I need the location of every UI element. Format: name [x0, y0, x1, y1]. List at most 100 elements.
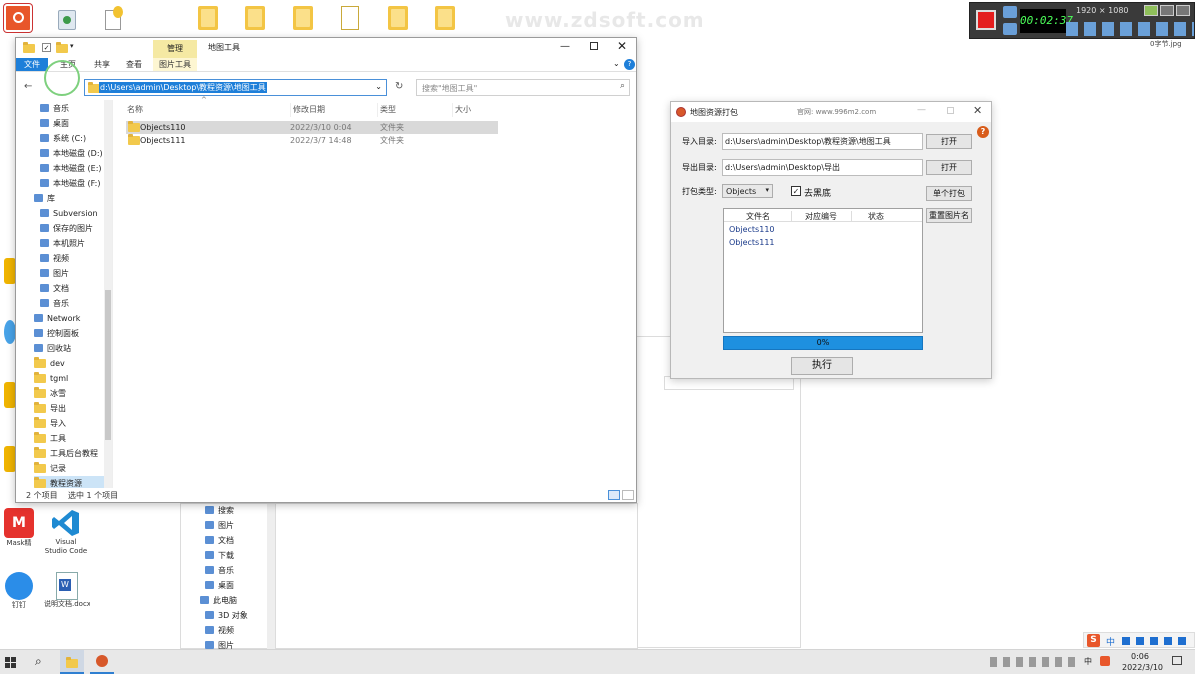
recycle-bin-icon[interactable] [55, 6, 79, 32]
help-icon[interactable]: ? [977, 126, 989, 138]
nav-item[interactable]: tgml [34, 371, 68, 386]
camera-icon[interactable] [1003, 6, 1017, 18]
background-nav-item[interactable]: 音乐 [205, 565, 234, 576]
tab-picture-tools[interactable]: 图片工具 [153, 58, 197, 71]
background-nav-item[interactable]: 图片 [205, 520, 234, 531]
nav-item[interactable]: 本地磁盘 (F:) [40, 176, 100, 191]
nav-item[interactable]: 工具后台教程 [34, 446, 98, 461]
nav-item[interactable]: 导出 [34, 401, 66, 416]
file-listview[interactable]: 文件名 对应编号 状态 Objects110 Objects111 [723, 208, 923, 333]
help-icon[interactable]: ? [624, 59, 635, 70]
nav-scrollbar[interactable] [104, 100, 112, 488]
nav-item[interactable]: 系统 (C:) [40, 131, 86, 146]
desktop-folder-icon[interactable] [293, 6, 313, 30]
export-dir-field[interactable]: d:\Users\admin\Desktop\导出 [722, 159, 923, 176]
background-nav-item[interactable]: 搜索 [205, 505, 234, 516]
nav-item[interactable]: 保存的图片 [40, 221, 93, 236]
clock-time[interactable]: 0:06 [1131, 652, 1149, 661]
address-text[interactable]: d:\Users\admin\Desktop\教程资源\地图工具 [99, 82, 267, 93]
dingtalk-shortcut[interactable]: 钉钉 [3, 572, 35, 616]
tab-view[interactable]: 查看 [120, 58, 148, 71]
tab-file[interactable]: 文件 [16, 58, 48, 71]
background-nav-item[interactable]: 桌面 [205, 580, 234, 591]
qat-dropdown-icon[interactable]: ▾ [70, 42, 74, 50]
nav-item[interactable]: 本地磁盘 (E:) [40, 161, 102, 176]
desktop-folder-icon[interactable] [388, 6, 408, 30]
desktop-folder-icon[interactable] [198, 6, 218, 30]
nav-item[interactable]: 本地磁盘 (D:) [40, 146, 103, 161]
nav-item[interactable]: 桌面 [40, 116, 69, 131]
qat-check-icon[interactable]: ✓ [42, 43, 51, 52]
list-item[interactable]: Objects110 [729, 225, 775, 234]
column-date[interactable]: 修改日期 [290, 103, 325, 117]
window-restore-icon[interactable] [1144, 5, 1158, 16]
nav-item[interactable]: 图片 [40, 266, 69, 281]
list-item[interactable]: Objects111 [729, 238, 775, 247]
col-filename[interactable]: 文件名 [746, 211, 770, 222]
desktop-folder-icon[interactable] [435, 6, 455, 30]
file-row[interactable]: Objects110 2022/3/10 0:04 文件夹 [126, 121, 498, 134]
details-view-icon[interactable] [608, 490, 620, 500]
col-number[interactable]: 对应编号 [791, 211, 851, 222]
recorder-tools[interactable] [1066, 22, 1194, 36]
desktop-document-icon[interactable] [341, 6, 359, 30]
search-field[interactable]: 搜索"地图工具" ⌕ [416, 79, 630, 96]
ime-toolbar[interactable]: S 中 [1083, 632, 1195, 648]
import-dir-field[interactable]: d:\Users\admin\Desktop\教程资源\地图工具 [722, 133, 923, 150]
ribbon-expand-icon[interactable]: ⌄ [613, 59, 620, 68]
nav-item[interactable]: dev [34, 356, 65, 371]
nav-item[interactable]: 视频 [40, 251, 69, 266]
clock-date[interactable]: 2022/3/10 [1122, 663, 1163, 672]
close-button[interactable]: ✕ [617, 39, 627, 53]
record-stop-button[interactable] [976, 10, 996, 30]
qat-folder-icon[interactable] [56, 42, 68, 53]
close-button[interactable]: ✕ [973, 104, 982, 117]
maximize-button[interactable] [590, 42, 598, 50]
nav-item[interactable]: 记录 [34, 461, 66, 476]
address-bar[interactable]: d:\Users\admin\Desktop\教程资源\地图工具 ⌄ [84, 79, 387, 96]
background-nav-item[interactable]: 文档 [205, 535, 234, 546]
manage-tab[interactable]: 管理 [153, 40, 197, 58]
nav-item[interactable]: 音乐 [40, 296, 69, 311]
nav-item[interactable]: 控制面板 [34, 326, 79, 341]
start-button[interactable] [5, 657, 16, 668]
desktop-shutdown-icon[interactable] [4, 4, 32, 32]
tab-share[interactable]: 共享 [88, 58, 116, 71]
ime-indicator[interactable]: 中 [1084, 656, 1092, 667]
remove-black-label[interactable]: 去黑底 [804, 186, 831, 199]
minimize-button[interactable]: — [560, 41, 570, 52]
maskit-shortcut[interactable]: M Mask精 [3, 508, 35, 552]
remove-black-checkbox[interactable]: ✓ [791, 186, 801, 196]
rename-images-button[interactable]: 重置图片名 [926, 208, 972, 223]
nav-item[interactable]: 教程资源 [34, 476, 104, 488]
address-dropdown-icon[interactable]: ⌄ [375, 82, 382, 91]
nav-item[interactable]: 文档 [40, 281, 69, 296]
column-name[interactable]: 名称 [127, 103, 143, 117]
export-open-button[interactable]: 打开 [926, 160, 972, 175]
large-icons-view-icon[interactable] [622, 490, 634, 500]
maximize-button[interactable] [947, 107, 954, 114]
sogou-icon[interactable] [1100, 656, 1110, 666]
pack-type-select[interactable]: Objects ▾ [722, 184, 773, 198]
docx-shortcut[interactable]: W 说明文档.docx [44, 572, 90, 624]
nav-item[interactable]: 本机照片 [40, 236, 85, 251]
minimize-icon[interactable] [1160, 5, 1174, 16]
nav-item[interactable]: Subversion [40, 206, 98, 221]
vscode-shortcut[interactable]: Visual Studio Code [44, 508, 88, 560]
nav-item[interactable]: Network [34, 311, 80, 326]
file-row[interactable]: Objects111 2022/3/7 14:48 文件夹 [126, 134, 498, 147]
back-arrow-icon[interactable]: ← [24, 81, 32, 92]
execute-button[interactable]: 执行 [791, 357, 853, 375]
close-icon[interactable] [1176, 5, 1190, 16]
background-nav-item[interactable]: 视频 [205, 625, 234, 636]
nav-item[interactable]: 工具 [34, 431, 66, 446]
search-icon[interactable]: ⌕ [35, 654, 42, 669]
nav-item[interactable]: 导入 [34, 416, 66, 431]
background-nav-item[interactable]: 下载 [205, 550, 234, 561]
notification-icon[interactable] [1172, 656, 1182, 665]
nav-item[interactable]: 回收站 [34, 341, 71, 356]
column-type[interactable]: 类型 [377, 103, 396, 117]
single-pack-button[interactable]: 单个打包 [926, 186, 972, 201]
nav-item[interactable]: 冰雪 [34, 386, 66, 401]
taskbar-explorer-icon[interactable] [60, 650, 84, 674]
